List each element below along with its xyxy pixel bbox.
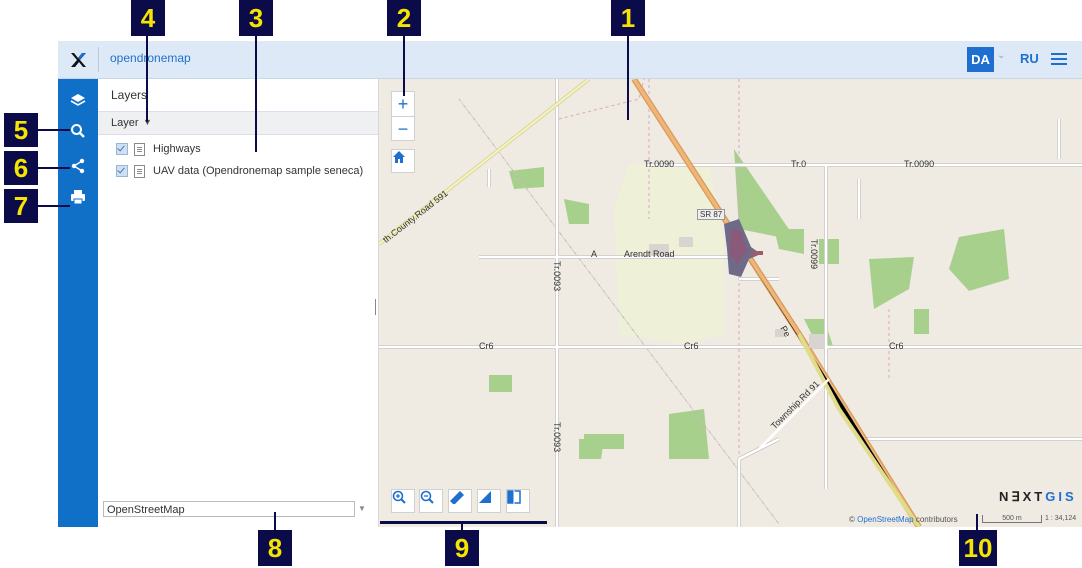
layer-checkbox[interactable] bbox=[116, 143, 128, 155]
layer-dropdown[interactable]: Layer bbox=[111, 117, 139, 129]
web-gis-app: opendronemap DA ⌄ RU Layers Layer ▼ High… bbox=[58, 41, 1082, 527]
language-da-button[interactable]: DA bbox=[967, 47, 994, 72]
callout-line bbox=[38, 205, 70, 207]
road-label: Cr6 bbox=[684, 341, 699, 351]
home-extent-button[interactable] bbox=[391, 149, 415, 173]
header-divider bbox=[98, 47, 99, 72]
road-label: Tr.0090 bbox=[904, 159, 935, 169]
callout-line bbox=[627, 36, 629, 120]
map-attribution: © OpenStreetMap contributors bbox=[849, 515, 958, 524]
swipe-icon bbox=[507, 490, 521, 504]
callout-line bbox=[38, 167, 70, 169]
callout-line bbox=[146, 36, 148, 122]
layers-panel: Layers Layer ▼ Highways UAV data (Opendr… bbox=[98, 79, 379, 527]
measure-area-button[interactable] bbox=[477, 489, 501, 513]
raster-layer-icon bbox=[134, 164, 145, 178]
chevron-down-icon[interactable]: ⌄ bbox=[997, 50, 1005, 61]
ruler-icon bbox=[450, 491, 464, 504]
layer-checkbox[interactable] bbox=[116, 165, 128, 177]
language-ru-button[interactable]: RU bbox=[1020, 51, 1039, 66]
top-header: opendronemap DA ⌄ RU bbox=[58, 41, 1082, 79]
share-icon[interactable] bbox=[58, 153, 98, 179]
zoom-in-box-button[interactable] bbox=[391, 489, 415, 513]
zoom-out-button[interactable]: − bbox=[392, 117, 414, 141]
attribution-prefix: © bbox=[849, 515, 858, 524]
map-view[interactable]: Tr.0090 Tr.0 Tr.0090 SR 87 A Arendt Road… bbox=[379, 79, 1082, 527]
measure-distance-button[interactable] bbox=[448, 489, 472, 513]
callout-1: 1 bbox=[611, 0, 645, 36]
road-label: Tr.0 bbox=[791, 159, 807, 169]
basemap-select[interactable]: OpenStreetMap bbox=[103, 501, 355, 517]
road-label: Tr.0099 bbox=[809, 239, 819, 270]
home-icon bbox=[393, 151, 405, 163]
callout-2: 2 bbox=[387, 0, 421, 36]
road-label: Arendt Road bbox=[624, 249, 675, 259]
callout-line bbox=[274, 512, 276, 532]
side-toolbar bbox=[58, 79, 98, 527]
route-shield: SR 87 bbox=[697, 209, 726, 220]
chevron-down-icon[interactable]: ▼ bbox=[358, 504, 366, 513]
logo-suffix: GIS bbox=[1045, 489, 1077, 504]
app-title[interactable]: opendronemap bbox=[110, 51, 191, 65]
road-label: Tr.0090 bbox=[644, 159, 675, 169]
layer-item-uav-data[interactable]: UAV data (Opendronemap sample seneca) bbox=[116, 163, 363, 179]
road-label: Tr.0093 bbox=[552, 261, 562, 292]
callout-3: 3 bbox=[239, 0, 273, 36]
scale-ratio: 1 : 34,124 bbox=[1045, 515, 1077, 522]
zoom-out-icon bbox=[420, 490, 434, 504]
layer-label: UAV data (Opendronemap sample seneca) bbox=[153, 165, 364, 177]
scale-bar: 500 m bbox=[982, 515, 1042, 523]
zoom-out-box-button[interactable] bbox=[419, 489, 443, 513]
callout-4: 4 bbox=[131, 0, 165, 36]
attribution-link[interactable]: OpenStreetMap bbox=[857, 515, 913, 524]
panel-title: Layers bbox=[111, 88, 148, 102]
callout-8: 8 bbox=[258, 530, 292, 566]
callout-5: 5 bbox=[4, 113, 38, 147]
search-icon[interactable] bbox=[58, 118, 98, 144]
nextgis-x-logo[interactable] bbox=[58, 41, 98, 78]
road-label: Tr.0093 bbox=[552, 422, 562, 453]
logo-prefix: N∃XT bbox=[999, 489, 1046, 504]
vector-layer-icon bbox=[134, 142, 145, 156]
callout-10: 10 bbox=[959, 530, 997, 566]
basemap-tiles bbox=[379, 79, 1082, 527]
callout-line bbox=[403, 36, 405, 96]
area-icon bbox=[479, 491, 491, 503]
road-label: Cr6 bbox=[479, 341, 494, 351]
zoom-control: + − bbox=[391, 91, 415, 141]
zoom-in-icon bbox=[392, 490, 406, 504]
swipe-compare-button[interactable] bbox=[506, 489, 530, 513]
hamburger-menu-icon[interactable] bbox=[1051, 53, 1067, 65]
layer-item-highways[interactable]: Highways bbox=[116, 141, 201, 157]
attribution-suffix: contributors bbox=[913, 515, 958, 524]
layers-icon[interactable] bbox=[58, 87, 98, 113]
callout-line bbox=[38, 129, 70, 131]
callout-line bbox=[255, 36, 257, 152]
callout-6: 6 bbox=[4, 151, 38, 185]
callout-9: 9 bbox=[445, 530, 479, 566]
road-label: Cr6 bbox=[889, 341, 904, 351]
layer-toolbar: Layer ▼ bbox=[98, 111, 378, 135]
layer-label: Highways bbox=[153, 143, 201, 155]
callout-7: 7 bbox=[4, 189, 38, 223]
road-label: A bbox=[591, 249, 598, 259]
callout-line bbox=[380, 521, 547, 524]
nextgis-logo: N∃XTGIS bbox=[999, 489, 1077, 505]
